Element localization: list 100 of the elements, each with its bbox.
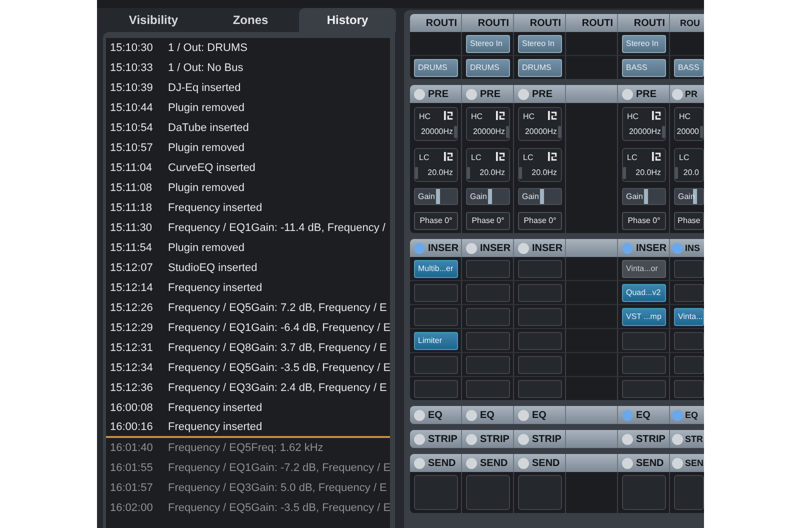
low-cut-control[interactable]: LC 20.0Hz <box>518 148 562 182</box>
history-item[interactable]: 16:01:40 Frequency / EQ5Freq: 1.62 kHz <box>106 438 390 458</box>
history-item[interactable]: 15:12:14 Frequency inserted <box>106 278 390 298</box>
phase-button[interactable]: Phase 0° <box>414 212 458 230</box>
power-toggle[interactable] <box>622 242 633 254</box>
phase-button[interactable]: Phase <box>674 212 704 230</box>
history-item[interactable]: 15:10:33 1 / Out: No Bus <box>106 58 390 78</box>
history-item[interactable]: 16:00:16 Frequency inserted <box>106 418 390 438</box>
history-item[interactable]: 15:11:30 Frequency / EQ1Gain: -11.4 dB, Frequency / <box>106 218 390 238</box>
empty-insert-slot[interactable] <box>674 380 704 398</box>
send-slot[interactable] <box>466 475 510 510</box>
empty-insert-slot[interactable] <box>622 356 666 374</box>
empty-insert-slot[interactable] <box>674 332 704 350</box>
low-cut-control[interactable]: LC 20.0Hz <box>622 148 666 182</box>
input-button[interactable]: Stereo In <box>622 34 666 52</box>
empty-insert-slot[interactable] <box>518 380 562 398</box>
history-item[interactable]: 16:02:00 Frequency / EQ5Gain: -3.5 dB, Frequency / E <box>106 498 390 518</box>
input-button[interactable]: Stereo In <box>466 34 510 52</box>
power-toggle[interactable] <box>518 242 529 254</box>
power-toggle[interactable] <box>414 88 425 100</box>
empty-insert-slot[interactable] <box>622 332 666 350</box>
empty-insert-slot[interactable] <box>466 308 510 326</box>
insert-slot[interactable]: Vinta... <box>674 308 704 326</box>
power-toggle[interactable] <box>672 410 683 420</box>
high-cut-control[interactable]: HC 20000Hz <box>518 106 562 140</box>
high-cut-control[interactable]: HC 20000 <box>674 106 704 140</box>
history-item[interactable]: 15:10:30 1 / Out: DRUMS <box>106 38 390 58</box>
low-cut-control[interactable]: LC 20.0Hz <box>414 148 458 182</box>
panel-tab[interactable]: History <box>299 8 396 32</box>
empty-insert-slot[interactable] <box>414 284 458 302</box>
send-slot[interactable] <box>518 475 562 510</box>
high-cut-control[interactable]: HC 20000Hz <box>466 106 510 140</box>
empty-insert-slot[interactable] <box>518 356 562 374</box>
history-item[interactable]: 15:10:39 DJ-Eq inserted <box>106 78 390 98</box>
history-item[interactable]: 15:11:08 Plugin removed <box>106 178 390 198</box>
power-toggle[interactable] <box>414 242 425 254</box>
history-item[interactable]: 15:12:29 Frequency / EQ1Gain: -6.4 dB, Frequency / E <box>106 318 390 338</box>
panel-tab[interactable]: Visibility <box>105 8 202 32</box>
gain-slider[interactable]: Gain <box>466 188 510 205</box>
empty-insert-slot[interactable] <box>466 332 510 350</box>
history-item[interactable]: 15:12:07 StudioEQ inserted <box>106 258 390 278</box>
empty-insert-slot[interactable] <box>466 380 510 398</box>
gain-slider[interactable]: Gain <box>622 188 666 205</box>
history-item[interactable]: 15:10:54 DaTube inserted <box>106 118 390 138</box>
gain-slider[interactable]: Gain <box>414 188 458 205</box>
gain-slider[interactable]: Gain <box>518 188 562 205</box>
history-item[interactable]: 15:10:57 Plugin removed <box>106 138 390 158</box>
power-toggle[interactable] <box>672 242 683 254</box>
empty-insert-slot[interactable] <box>518 308 562 326</box>
insert-slot[interactable]: Multib...er <box>414 260 458 278</box>
power-toggle[interactable] <box>518 410 529 420</box>
input-button[interactable]: Stereo In <box>518 34 562 52</box>
power-toggle[interactable] <box>518 458 529 468</box>
history-item[interactable]: 15:11:54 Plugin removed <box>106 238 390 258</box>
empty-insert-slot[interactable] <box>466 284 510 302</box>
power-toggle[interactable] <box>622 88 633 100</box>
power-toggle[interactable] <box>622 458 633 468</box>
power-toggle[interactable] <box>414 410 425 420</box>
empty-insert-slot[interactable] <box>674 260 704 278</box>
empty-insert-slot[interactable] <box>622 380 666 398</box>
history-item[interactable]: 16:01:55 Frequency / EQ1Gain: -7.2 dB, Frequency / E <box>106 458 390 478</box>
panel-tab[interactable]: Zones <box>202 8 299 32</box>
history-item[interactable]: 15:11:04 CurveEQ inserted <box>106 158 390 178</box>
power-toggle[interactable] <box>466 242 477 254</box>
empty-insert-slot[interactable] <box>518 260 562 278</box>
power-toggle[interactable] <box>466 88 477 100</box>
empty-insert-slot[interactable] <box>466 260 510 278</box>
send-slot[interactable] <box>414 475 458 510</box>
empty-insert-slot[interactable] <box>466 356 510 374</box>
history-item[interactable]: 15:12:34 Frequency / EQ5Gain: -3.5 dB, Frequency / E <box>106 358 390 378</box>
phase-button[interactable]: Phase 0° <box>622 212 666 230</box>
high-cut-control[interactable]: HC 20000Hz <box>414 106 458 140</box>
phase-button[interactable]: Phase 0° <box>466 212 510 230</box>
power-toggle[interactable] <box>672 458 683 468</box>
power-toggle[interactable] <box>622 410 633 420</box>
power-toggle[interactable] <box>466 410 477 420</box>
empty-insert-slot[interactable] <box>518 332 562 350</box>
insert-slot[interactable]: Quad...v2 <box>622 284 666 302</box>
power-toggle[interactable] <box>518 434 529 444</box>
history-item[interactable]: 15:12:26 Frequency / EQ5Gain: 7.2 dB, Frequency / E <box>106 298 390 318</box>
history-item[interactable]: 16:00:08 Frequency inserted <box>106 398 390 418</box>
power-toggle[interactable] <box>414 458 425 468</box>
send-slot[interactable] <box>622 475 666 510</box>
power-toggle[interactable] <box>466 458 477 468</box>
power-toggle[interactable] <box>518 88 529 100</box>
history-item[interactable]: 15:11:18 Frequency inserted <box>106 198 390 218</box>
empty-insert-slot[interactable] <box>674 356 704 374</box>
empty-insert-slot[interactable] <box>414 308 458 326</box>
low-cut-control[interactable]: LC 20.0Hz <box>466 148 510 182</box>
insert-slot[interactable]: Limiter <box>414 332 458 350</box>
power-toggle[interactable] <box>672 88 683 100</box>
empty-insert-slot[interactable] <box>518 284 562 302</box>
insert-slot[interactable]: Vinta...or <box>622 260 666 278</box>
empty-insert-slot[interactable] <box>674 284 704 302</box>
history-item[interactable]: 15:12:31 Frequency / EQ8Gain: 3.7 dB, Frequency / E <box>106 338 390 358</box>
low-cut-control[interactable]: LC 20.0 <box>674 148 704 182</box>
power-toggle[interactable] <box>622 434 633 444</box>
empty-insert-slot[interactable] <box>414 356 458 374</box>
history-item[interactable]: 16:01:57 Frequency / EQ3Gain: 5.0 dB, Frequency / E <box>106 478 390 498</box>
power-toggle[interactable] <box>672 434 683 444</box>
